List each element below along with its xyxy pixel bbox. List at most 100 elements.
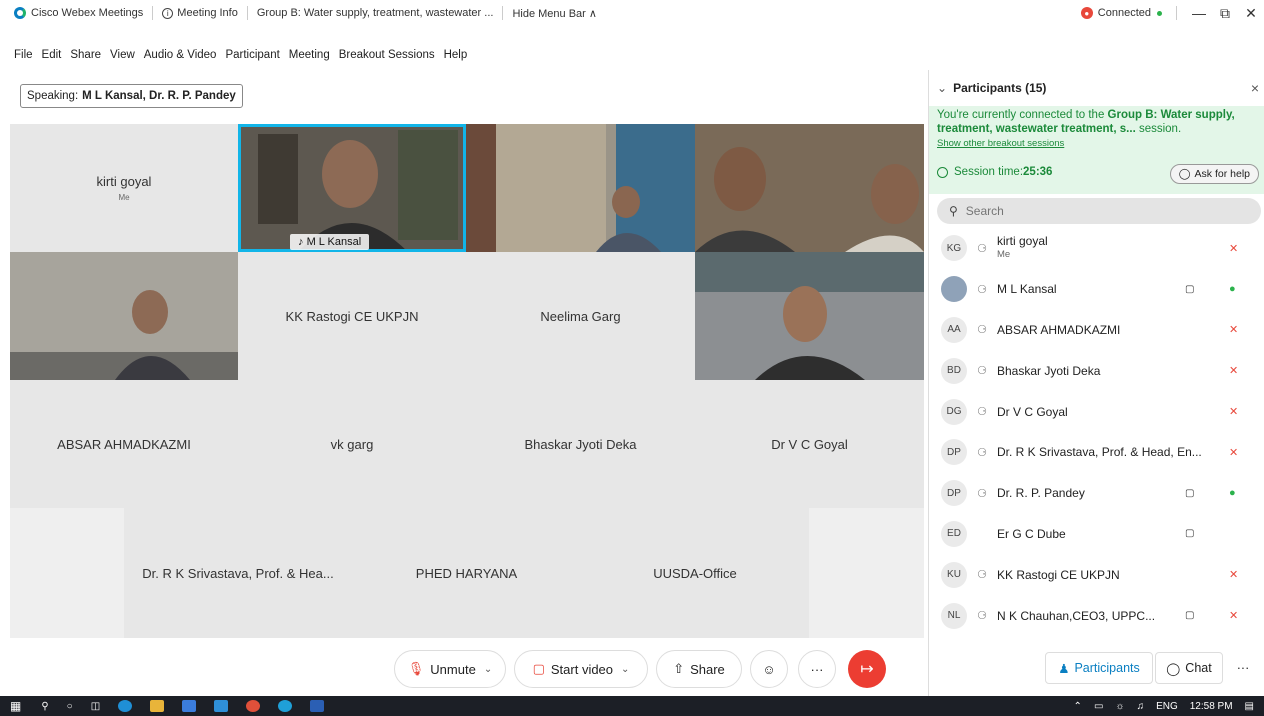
video-tile[interactable]: Neelima Garg — [466, 252, 695, 380]
video-tile-active-speaker[interactable]: ♪ M L Kansal — [238, 124, 466, 252]
mic-muted-icon[interactable]: ✕ — [1229, 364, 1238, 377]
hide-menu-bar-button[interactable]: Hide Menu Bar ∧ — [512, 7, 596, 20]
video-tile[interactable]: UUSDA-Office — [581, 508, 809, 638]
search-input[interactable] — [965, 204, 1236, 218]
mic-muted-icon[interactable]: ✕ — [1229, 242, 1238, 255]
list-item[interactable]: ED Er G C Dube ▢ — [929, 514, 1264, 555]
share-button[interactable]: ⇧ Share — [656, 650, 742, 688]
list-item[interactable]: AA ⚆ ABSAR AHMADKAZMI ✕ — [929, 310, 1264, 351]
chat-button[interactable]: ◯ Chat — [1155, 652, 1223, 684]
more-options-button[interactable]: ··· — [798, 650, 836, 688]
participant-name-text: N K Chauhan,CEO3, UPPC... — [997, 608, 1156, 623]
network-icon[interactable]: ☼ — [1115, 701, 1124, 712]
smiley-icon: ☺ — [762, 661, 776, 677]
video-tile[interactable] — [695, 124, 924, 252]
participant-sub: Me — [997, 249, 1011, 261]
menu-participant[interactable]: Participant — [225, 49, 279, 61]
meeting-info-button[interactable]: i Meeting Info — [162, 7, 238, 19]
taskbar-app-icon[interactable] — [182, 700, 197, 712]
language-indicator[interactable]: ENG — [1156, 701, 1178, 712]
search-icon[interactable]: ⚲ — [41, 701, 48, 712]
connection-status[interactable]: Connected — [1098, 7, 1151, 19]
list-item[interactable]: DP ⚆ Dr. R K Srivastava, Prof. & Head, E… — [929, 432, 1264, 473]
panel-more-button[interactable]: ··· — [1227, 652, 1259, 684]
cortana-icon[interactable]: ○ — [67, 701, 73, 712]
list-item[interactable]: BD ⚆ Bhaskar Jyoti Deka ✕ — [929, 350, 1264, 391]
list-item[interactable]: KG ⚆ kirti goyal Me ✕ — [929, 228, 1264, 269]
video-tile[interactable]: KK Rastogi CE UKPJN — [238, 252, 466, 380]
tile-name: Dr V C Goyal — [771, 436, 848, 452]
participant-name-text: ABSAR AHMADKAZMI — [997, 322, 1121, 337]
start-video-button[interactable]: ▢ Start video ⌄ — [514, 650, 648, 688]
camera-icon: ▢ — [1185, 487, 1195, 499]
search-box[interactable]: ⚲ — [937, 198, 1261, 224]
video-tile[interactable]: ABSAR AHMADKAZMI — [10, 380, 238, 508]
file-explorer-icon[interactable] — [150, 700, 165, 712]
notifications-icon[interactable]: ▤ — [1245, 701, 1254, 712]
participant-name: N K Chauhan,CEO3, UPPC... — [997, 609, 1155, 623]
menu-file[interactable]: File — [14, 49, 33, 61]
tile-name: UUSDA-Office — [653, 565, 737, 581]
minimize-button[interactable]: — — [1186, 5, 1212, 21]
connection-icon: ● — [1080, 7, 1093, 19]
unmute-button[interactable]: 🎙 Unmute ⌄ — [394, 650, 506, 688]
mic-muted-icon[interactable]: ✕ — [1229, 609, 1238, 622]
video-tile[interactable]: vk garg — [238, 380, 466, 508]
list-item[interactable]: ⚆ M L Kansal ▢ ● — [929, 269, 1264, 310]
reactions-button[interactable]: ☺ — [750, 650, 788, 688]
show-other-sessions-link[interactable]: Show other breakout sessions — [937, 138, 1257, 149]
clock[interactable]: 12:58 PM — [1190, 701, 1233, 712]
video-tile[interactable]: PHED HARYANA — [352, 508, 581, 638]
tile-name: PHED HARYANA — [415, 565, 518, 581]
windows-start-icon[interactable]: ▦ — [10, 699, 21, 713]
participants-header[interactable]: ⌄ Participants (15) × — [929, 70, 1264, 106]
video-tile[interactable]: kirti goyal Me — [10, 124, 238, 252]
leave-meeting-button[interactable]: ↦ — [848, 650, 886, 688]
webex-taskbar-icon[interactable] — [278, 700, 293, 712]
headset-icon: ⚆ — [977, 446, 987, 459]
list-item[interactable]: DG ⚆ Dr V C Goyal ✕ — [929, 391, 1264, 432]
menu-help[interactable]: Help — [444, 49, 468, 61]
menu-breakout-sessions[interactable]: Breakout Sessions — [339, 49, 435, 61]
mic-muted-icon[interactable]: ✕ — [1229, 405, 1238, 418]
mic-active-icon[interactable]: ● — [1229, 283, 1236, 295]
video-tile[interactable] — [695, 252, 924, 380]
video-tile[interactable]: Dr V C Goyal — [695, 380, 924, 508]
maximize-button[interactable]: ⧉ — [1212, 5, 1238, 22]
mic-muted-icon[interactable]: ✕ — [1229, 446, 1238, 459]
menu-view[interactable]: View — [110, 49, 135, 61]
start-video-label: Start video — [550, 661, 614, 677]
list-item[interactable]: KU ⚆ KK Rastogi CE UKPJN ✕ — [929, 554, 1264, 595]
menu-audio-video[interactable]: Audio & Video — [144, 49, 217, 61]
taskbar-app-icon[interactable] — [214, 700, 229, 712]
chrome-icon[interactable] — [246, 700, 261, 712]
menu-edit[interactable]: Edit — [42, 49, 62, 61]
headset-icon: ⚆ — [977, 324, 987, 337]
ask-for-help-button[interactable]: ◯ Ask for help — [1169, 164, 1259, 184]
list-item[interactable]: DP ⚆ Dr. R. P. Pandey ▢ ● — [929, 473, 1264, 514]
task-view-icon[interactable]: ◫ — [91, 701, 100, 712]
chevron-down-icon[interactable]: ⌄ — [621, 664, 629, 675]
video-tile[interactable] — [466, 124, 695, 252]
participants-button[interactable]: ♟ Participants — [1045, 652, 1153, 684]
video-tile[interactable]: Dr. R K Srivastava, Prof. & Hea... — [124, 508, 352, 638]
headset-icon: ⚆ — [977, 610, 987, 623]
mic-muted-icon[interactable]: ✕ — [1229, 568, 1238, 581]
close-window-button[interactable]: ✕ — [1238, 5, 1264, 22]
mic-muted-icon[interactable]: ✕ — [1229, 323, 1238, 336]
word-icon[interactable] — [310, 700, 325, 712]
menu-meeting[interactable]: Meeting — [289, 49, 330, 61]
menu-share[interactable]: Share — [70, 49, 101, 61]
divider — [246, 6, 248, 20]
list-item[interactable]: NL ⚆ N K Chauhan,CEO3, UPPC... ▢ ✕ — [929, 595, 1264, 636]
edge-icon[interactable] — [118, 700, 133, 712]
chevron-up-icon[interactable]: ⌃ — [1074, 701, 1082, 712]
video-tile[interactable] — [10, 252, 238, 380]
close-panel-button[interactable]: × — [1251, 80, 1259, 96]
volume-icon[interactable]: ♫ — [1137, 701, 1145, 712]
video-tile[interactable]: Bhaskar Jyoti Deka — [466, 380, 695, 508]
chevron-down-icon[interactable]: ⌄ — [937, 81, 947, 95]
chevron-down-icon[interactable]: ⌄ — [484, 664, 492, 675]
battery-icon[interactable]: ▭ — [1094, 701, 1103, 712]
mic-active-icon[interactable]: ● — [1229, 487, 1236, 499]
